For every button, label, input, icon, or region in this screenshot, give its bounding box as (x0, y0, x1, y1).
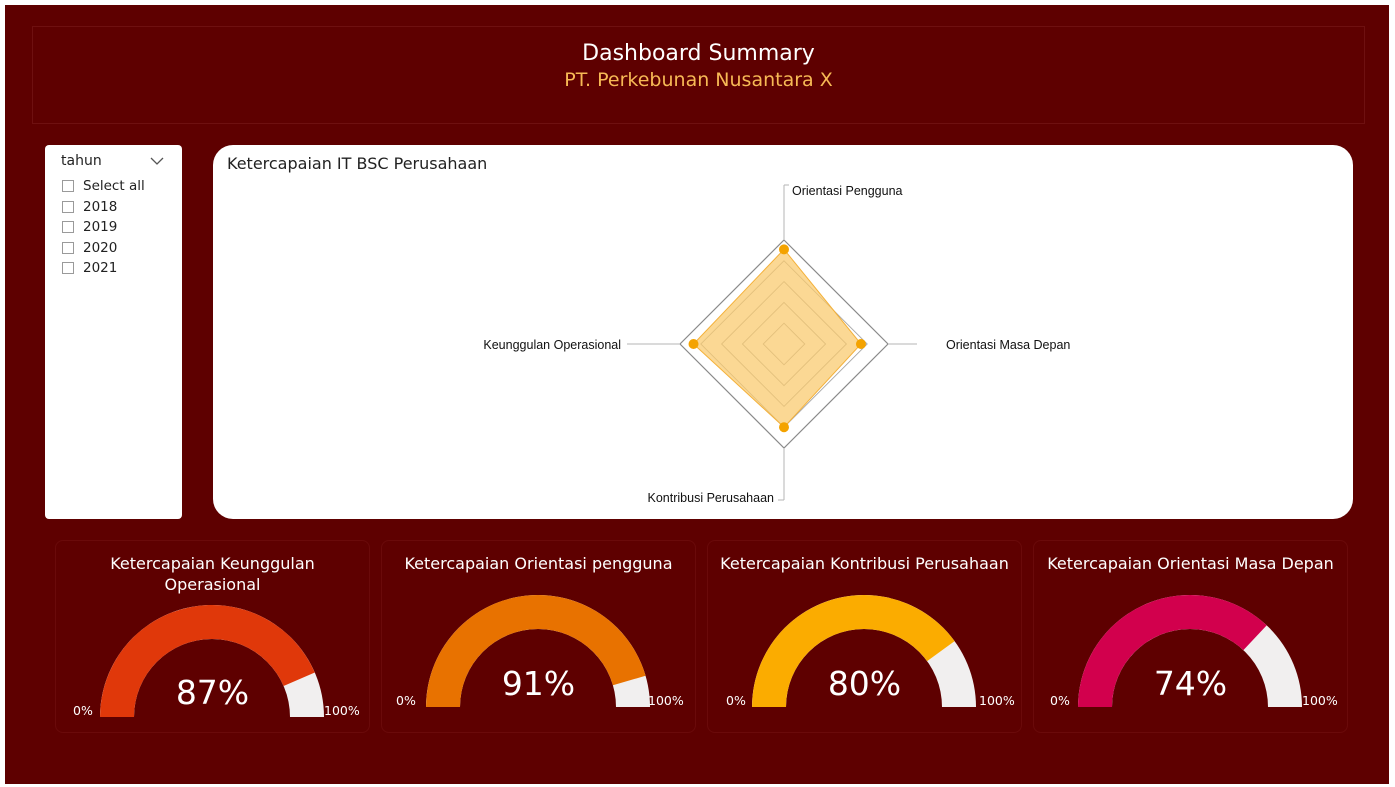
gauge-min-label: 0% (726, 693, 746, 708)
gauge-card-orientasi-pengguna: Ketercapaian Orientasi pengguna 91% 0% 1… (381, 540, 696, 733)
gauge-max-label: 100% (648, 693, 684, 708)
axis-label-left: Keunggulan Operasional (483, 338, 621, 352)
radar-point[interactable] (779, 422, 789, 433)
radar-point[interactable] (855, 339, 866, 349)
slicer-item-label: 2019 (83, 219, 118, 236)
year-slicer[interactable]: tahun Select all 2018 2019 2020 2021 (45, 145, 182, 519)
checkbox[interactable] (62, 200, 74, 213)
gauge-value: 80% (827, 664, 902, 703)
axis-label-top: Orientasi Pengguna (792, 184, 903, 198)
slicer-item-2020[interactable]: 2020 (62, 238, 145, 259)
gauge-card-orientasi-masa-depan: Ketercapaian Orientasi Masa Depan 74% 0%… (1033, 540, 1348, 733)
gauge-min-label: 0% (73, 703, 93, 718)
slicer-item-label: 2018 (83, 198, 118, 215)
page-subtitle: PT. Perkebunan Nusantara X (564, 69, 833, 91)
slicer-item-2021[interactable]: 2021 (62, 258, 145, 279)
slicer-item-select-all[interactable]: Select all (62, 176, 145, 197)
radar-chart: Orientasi Pengguna Orientasi Masa Depan … (483, 184, 1070, 505)
radar-point[interactable] (779, 244, 789, 255)
checkbox[interactable] (62, 180, 74, 193)
chevron-down-icon[interactable] (150, 154, 164, 168)
axis-label-right: Orientasi Masa Depan (946, 338, 1070, 352)
gauge-min-label: 0% (396, 693, 416, 708)
gauge-value: 74% (1153, 664, 1228, 703)
axis-label-bottom: Kontribusi Perusahaan (648, 491, 775, 505)
gauge-min-label: 0% (1050, 693, 1070, 708)
header-panel: Dashboard Summary PT. Perkebunan Nusanta… (32, 26, 1365, 124)
radar-area (692, 248, 862, 428)
checkbox[interactable] (62, 241, 74, 254)
checkbox[interactable] (62, 262, 74, 275)
checkbox[interactable] (62, 221, 74, 234)
slicer-item-2018[interactable]: 2018 (62, 197, 145, 218)
gauge-chart (752, 595, 976, 707)
gauge-card-keunggulan-operasional: Ketercapaian Keunggulan Operasional 87% 0… (55, 540, 370, 733)
slicer-item-label: 2021 (83, 260, 118, 277)
page-title: Dashboard Summary (582, 41, 815, 66)
slicer-item-label: 2020 (83, 239, 118, 256)
radar-chart-card: Ketercapaian IT BSC Perusahaan Orientasi… (213, 145, 1353, 519)
gauge-value: 87% (175, 673, 250, 712)
dashboard-canvas: Dashboard Summary PT. Perkebunan Nusanta… (5, 5, 1389, 784)
gauge-max-label: 100% (979, 693, 1015, 708)
gauge-max-label: 100% (1302, 693, 1338, 708)
slicer-title: tahun (61, 153, 102, 169)
slicer-list: Select all 2018 2019 2020 2021 (62, 176, 145, 279)
slicer-item-label: Select all (83, 178, 145, 195)
radar-point[interactable] (688, 339, 699, 349)
slicer-item-2019[interactable]: 2019 (62, 217, 145, 238)
gauge-max-label: 100% (324, 703, 360, 718)
gauge-card-kontribusi-perusahaan: Ketercapaian Kontribusi Perusahaan 80% 0… (707, 540, 1022, 733)
